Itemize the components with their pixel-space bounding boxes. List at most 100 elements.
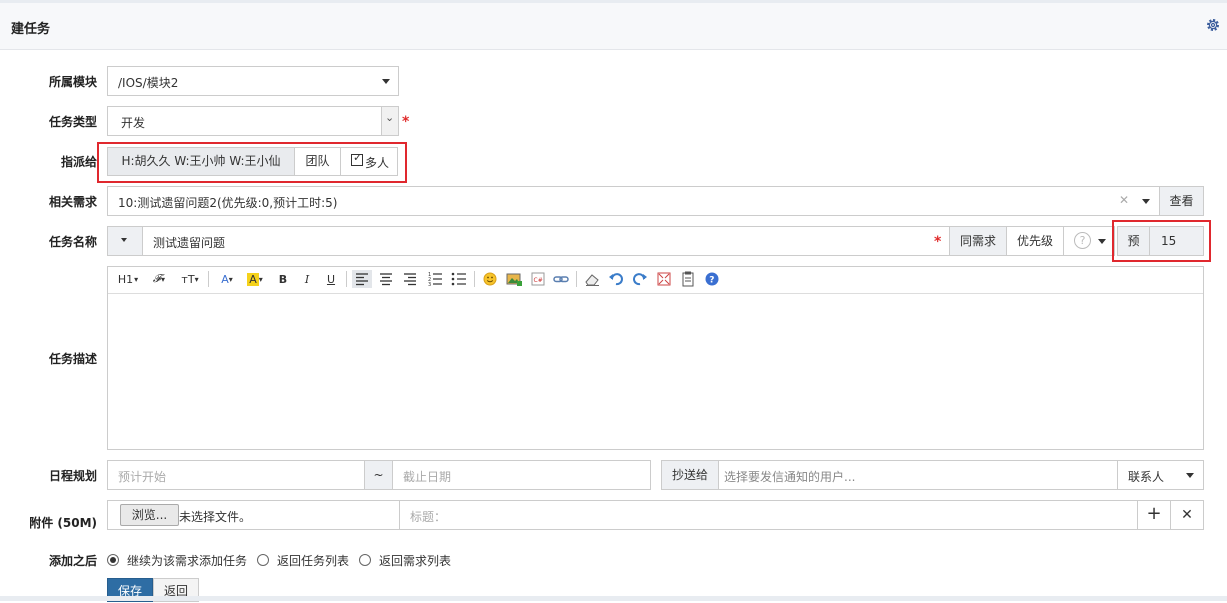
italic-button[interactable]: I	[299, 270, 315, 288]
same-story-button[interactable]: 同需求	[949, 226, 1007, 256]
align-left-icon[interactable]	[352, 270, 372, 288]
link-icon[interactable]	[552, 270, 570, 288]
chevron-down-icon: ▾	[161, 274, 166, 284]
module-select[interactable]: /IOS/模块2	[107, 66, 399, 96]
font-family-button[interactable]: 𝓕 ▾	[147, 270, 171, 288]
attachment-label: 附件 (50M)	[29, 516, 97, 530]
type-label: 任务类型	[48, 115, 97, 129]
svg-text:?: ?	[709, 276, 714, 286]
contacts-label: 联系人	[1128, 470, 1165, 484]
file-input[interactable]: 浏览... 未选择文件。	[107, 500, 400, 530]
start-date-input[interactable]: 预计开始	[107, 460, 365, 490]
eraser-icon[interactable]	[583, 270, 601, 288]
font-family-icon: 𝓕	[152, 272, 162, 285]
chevron-down-icon: ▾	[194, 274, 199, 284]
help-icon[interactable]: ?	[703, 270, 721, 288]
browse-button[interactable]: 浏览...	[120, 504, 179, 526]
mailto-placeholder: 选择要发信通知的用户...	[724, 470, 856, 484]
clear-icon[interactable]: ✕	[1119, 193, 1129, 207]
toolbar-separator	[474, 271, 475, 287]
story-select[interactable]: 10:测试遗留问题2(优先级:0,预计工时:5) ✕	[107, 186, 1160, 216]
attachment-title-placeholder: 标题：	[410, 510, 447, 524]
tilde-label: ~	[373, 468, 384, 482]
chevron-down-icon	[121, 238, 127, 242]
font-size-button[interactable]: тT ▾	[178, 270, 202, 288]
end-date-placeholder: 截止日期	[403, 470, 452, 484]
priority-select[interactable]: ?	[1063, 226, 1115, 256]
font-color-button[interactable]: A ▾	[216, 270, 238, 288]
page-title: 建任务	[11, 22, 51, 37]
assign-label: 指派给	[60, 155, 97, 169]
chevron-down-icon: ▾	[258, 274, 263, 284]
bg-color-button[interactable]: A ▾	[243, 270, 267, 288]
emoji-icon[interactable]	[481, 270, 499, 288]
heading-button[interactable]: H1 ▾	[114, 270, 142, 288]
chevron-down-icon	[1142, 199, 1150, 204]
mailto-input[interactable]: 选择要发信通知的用户...	[718, 460, 1118, 490]
toolbar-divider	[108, 293, 1203, 294]
end-date-input[interactable]: 截止日期	[392, 460, 651, 490]
task-type-select[interactable]: 开发 ⌄	[107, 106, 399, 136]
view-story-button[interactable]: 查看	[1159, 186, 1204, 216]
attachment-title-input[interactable]: 标题：	[399, 500, 1138, 530]
date-range-separator: ~	[364, 460, 393, 490]
required-star: *	[934, 234, 942, 250]
font-color-icon: A	[221, 272, 229, 286]
bg-color-icon: A	[247, 272, 259, 286]
svg-text:3: 3	[428, 282, 431, 288]
add-file-button[interactable]: +	[1137, 500, 1171, 530]
image-icon[interactable]	[505, 270, 523, 288]
view-label: 查看	[1169, 194, 1194, 208]
align-right-icon[interactable]	[400, 270, 420, 288]
task-name-value: 测试遗留问题	[153, 236, 226, 250]
select-arrow: ⌄	[381, 107, 398, 135]
gear-icon[interactable]	[1205, 17, 1221, 33]
fullscreen-icon[interactable]	[655, 270, 673, 288]
underline-button[interactable]: U	[323, 270, 339, 288]
chevron-down-icon: ▾	[228, 274, 233, 284]
toolbar-separator	[208, 271, 209, 287]
chevron-down-icon	[382, 79, 390, 84]
bullet-list-icon[interactable]	[449, 270, 469, 288]
after-label: 添加之后	[48, 554, 97, 568]
module-label: 所属模块	[48, 75, 97, 89]
contacts-select[interactable]: 联系人	[1117, 460, 1204, 490]
plus-icon: +	[1146, 503, 1162, 524]
remove-file-button[interactable]: ✕	[1170, 500, 1204, 530]
source-icon[interactable]	[679, 270, 697, 288]
bold-icon: B	[278, 272, 288, 286]
priority-label: 优先级	[1016, 234, 1053, 248]
story-label: 相关需求	[48, 195, 97, 209]
heading-label: H1	[117, 272, 134, 286]
chevron-down-icon	[1098, 239, 1106, 244]
highlight-assign	[97, 142, 407, 183]
bottom-border	[0, 596, 1227, 601]
code-icon[interactable]: C#	[529, 270, 547, 288]
close-icon: ✕	[1181, 507, 1193, 523]
chevron-down-icon: ▾	[134, 274, 139, 284]
italic-icon: I	[304, 272, 310, 286]
option-task-list-label: 返回任务列表	[277, 554, 350, 568]
radio-task-list[interactable]	[257, 554, 269, 566]
option-story-list-label: 返回需求列表	[379, 554, 452, 568]
ordered-list-icon[interactable]: 123	[425, 270, 445, 288]
color-picker-button[interactable]	[107, 226, 143, 256]
module-value: /IOS/模块2	[118, 76, 179, 90]
radio-continue[interactable]	[107, 554, 119, 566]
task-name-input[interactable]: 测试遗留问题 *	[142, 226, 950, 256]
undo-icon[interactable]	[607, 270, 625, 288]
desc-label: 任务描述	[48, 352, 97, 366]
priority-button[interactable]: 优先级	[1006, 226, 1064, 256]
story-value: 10:测试遗留问题2(优先级:0,预计工时:5)	[118, 196, 338, 210]
mailto-label: 抄送给	[671, 468, 708, 482]
schedule-label: 日程规划	[48, 469, 97, 483]
browse-label: 浏览...	[131, 508, 168, 522]
radio-story-list[interactable]	[359, 554, 371, 566]
rich-text-editor[interactable]	[107, 266, 1204, 450]
font-size-icon: тT	[181, 272, 195, 286]
bold-button[interactable]: B	[275, 270, 291, 288]
underline-icon: U	[326, 272, 336, 286]
svg-text:C#: C#	[534, 277, 543, 284]
redo-icon[interactable]	[631, 270, 649, 288]
align-center-icon[interactable]	[376, 270, 396, 288]
